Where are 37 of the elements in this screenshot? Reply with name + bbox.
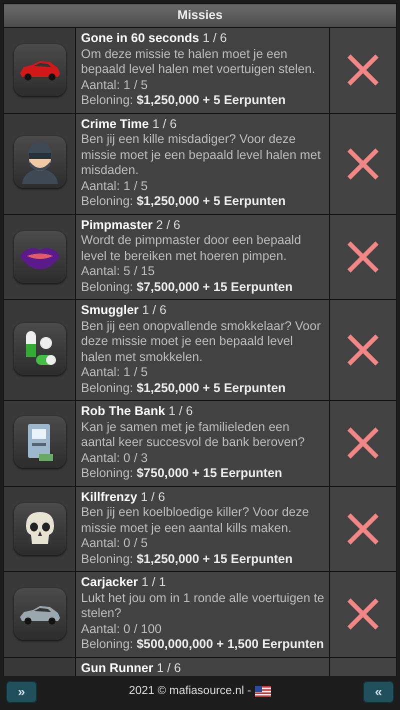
- flag-icon[interactable]: [255, 686, 272, 697]
- mission-description: Om deze missie te halen moet je een bepaald level halen met voertuigen stelen.: [81, 46, 316, 78]
- skull-icon: [24, 510, 56, 547]
- mission-reward: Beloning: $7,500,000 + 15 Eerpunten: [81, 280, 294, 295]
- mission-reward: Beloning: $1,250,000 + 5 Eerpunten: [81, 380, 287, 396]
- mission-count: Aantal: 1 / 5: [81, 365, 149, 380]
- mission-title: Smuggler 1 / 6: [81, 303, 168, 318]
- mission-title: Gun Runner 1 / 6: [81, 660, 182, 676]
- mission-count: Aantal: 0 / 100: [81, 622, 163, 637]
- mission-count: Aantal: 5 / 15: [81, 264, 156, 280]
- mission-description: Lukt het jou om in 1 ronde alle voertuigen te stelen?: [81, 590, 325, 622]
- car-icon: [18, 58, 62, 82]
- mission-reward: Beloning: $1,250,000 + 5 Eerpunten: [81, 194, 287, 210]
- mission-reward: Beloning: $1,250,000 + 5 Eerpunten: [81, 93, 287, 108]
- mission-description: Ben jij een koelbloedige killer? Voor deze missie moet je een aantal kills maken.: [81, 505, 310, 536]
- mission-reward: Beloning: $1,250,000 + 15 Eerpunten: [81, 552, 294, 567]
- mission-count: Aantal: 0 / 5: [81, 536, 149, 552]
- mission-title: Crime Time 1 / 6: [81, 116, 178, 132]
- mission-description: Ben jij een kille misdadiger? Voor deze missie moet je een bepaald level halen met misdaden.: [81, 132, 322, 178]
- mission-reward: Beloning: $750,000 + 15 Eerpunten: [81, 466, 284, 482]
- expand-button[interactable]: »: [6, 680, 37, 702]
- mission-description: Wordt de pimpmaster door een bepaald level te bereiken met hoeren pimpen.: [81, 233, 302, 264]
- table-header: Missies: [4, 4, 396, 28]
- mission-count: Aantal: 0 / 3: [81, 450, 149, 466]
- mission-title: Pimpmaster 2 / 6: [81, 218, 182, 233]
- mission-title: Rob The Bank 1 / 6: [81, 404, 194, 420]
- footer-text: 2021 © mafiasource.nl -: [128, 684, 252, 699]
- mission-reward: Beloning: $500,000,000 + 1,500 Eerpunten: [81, 637, 325, 652]
- mission-title: Carjacker 1 / 1: [81, 575, 167, 590]
- mission-title: Gone in 60 seconds 1 / 6: [81, 31, 228, 46]
- mission-title: Killfrenzy 1 / 6: [81, 490, 166, 505]
- mission-count: Aantal: 1 / 5: [81, 178, 149, 194]
- collapse-button[interactable]: «: [362, 680, 394, 702]
- masked-man-icon: [20, 140, 60, 184]
- mission-description: Kan je samen met je familieleden een aantal keer succesvol de bank beroven?: [81, 420, 306, 450]
- mission-description: Ben jij een onopvallende smokkelaar? Voor deze missie moet je een bepaald level halen met smokkelen.: [81, 318, 322, 365]
- mission-count: Aantal: 1 / 5: [81, 78, 149, 93]
